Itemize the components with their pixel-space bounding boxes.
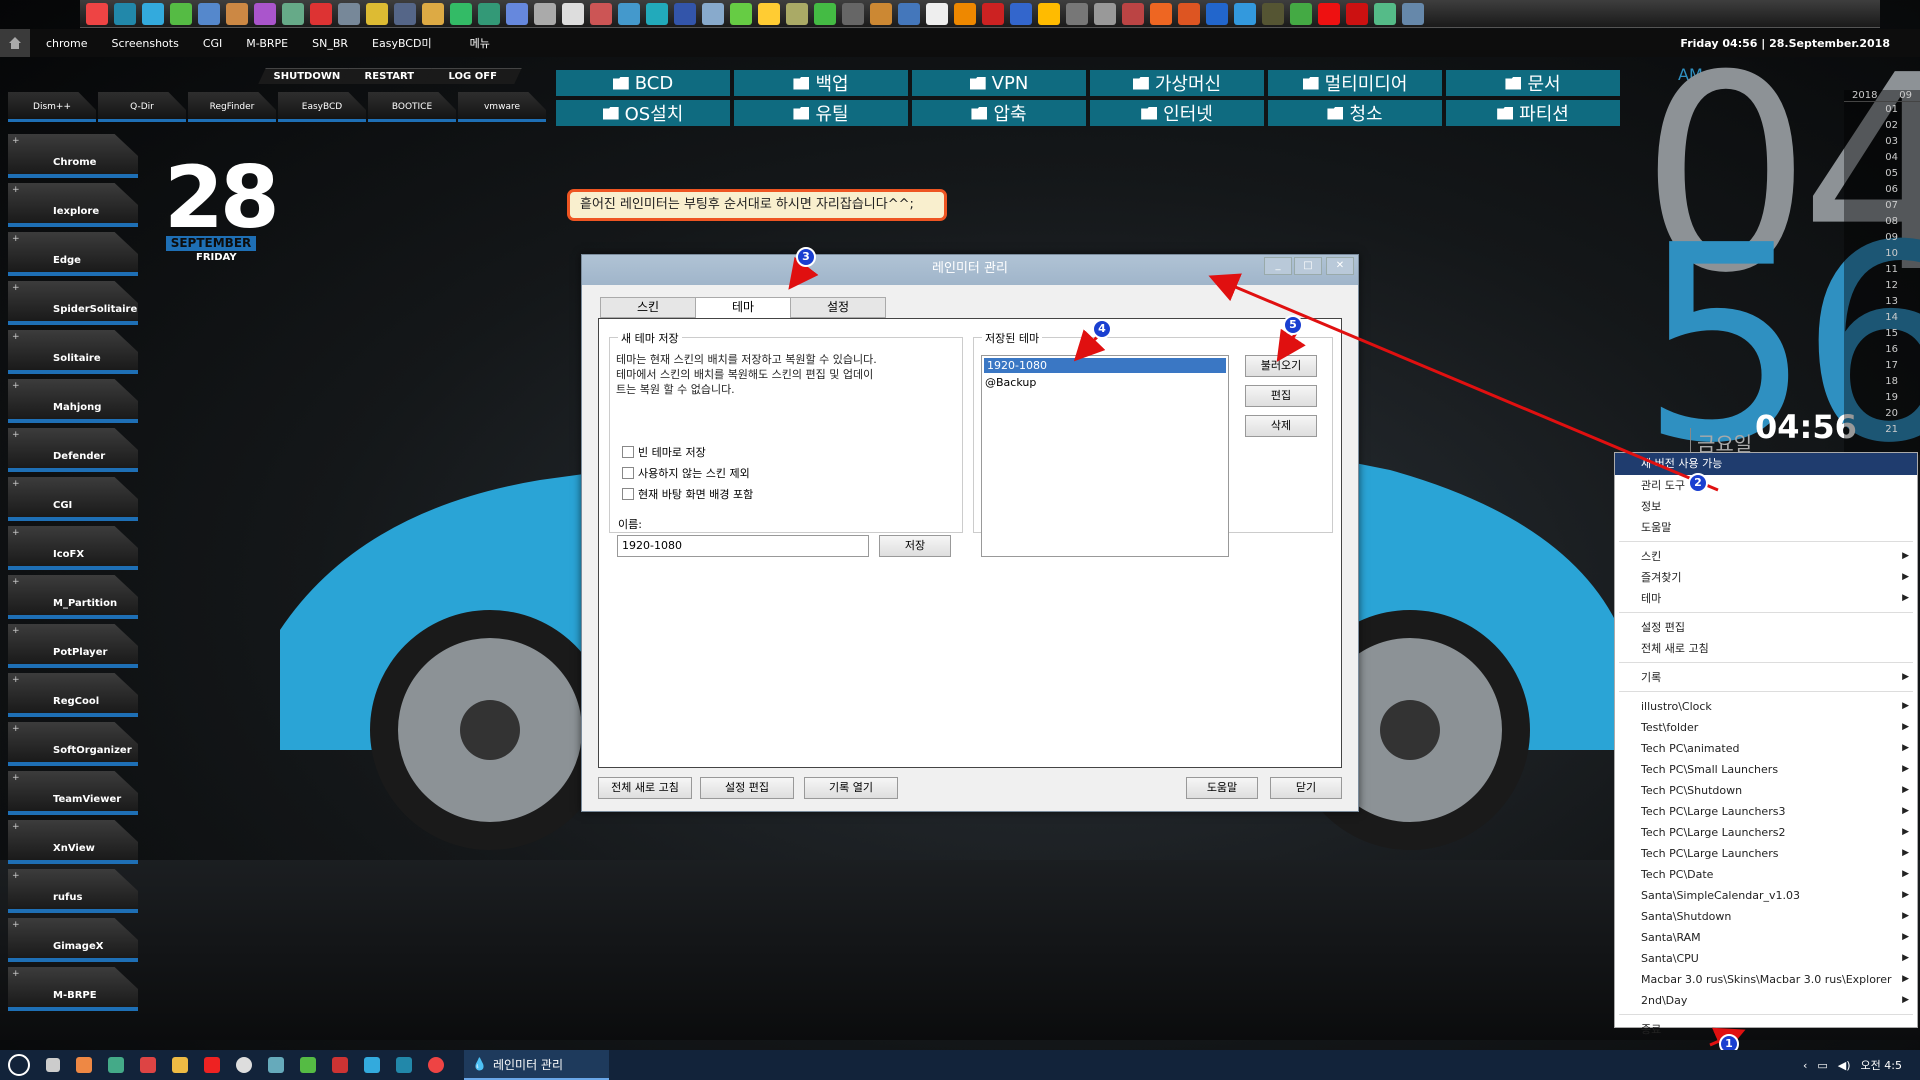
network-icon[interactable]: ▭: [1817, 1059, 1827, 1072]
chevron-left-icon[interactable]: ‹: [1803, 1059, 1807, 1072]
system-tray: ‹ ▭ ◀) 오전 4:5: [1803, 1050, 1920, 1080]
app-icon[interactable]: [204, 1057, 220, 1073]
annotation-badge: 5: [1283, 315, 1303, 335]
gear-icon[interactable]: [236, 1057, 252, 1073]
app-icon[interactable]: [332, 1057, 348, 1073]
annotation-badge: 4: [1092, 319, 1112, 339]
tray-clock[interactable]: 오전 4:5: [1861, 1057, 1902, 1073]
annotation-badge: 2: [1688, 473, 1708, 493]
rainmeter-icon: 💧: [472, 1057, 487, 1071]
clover-icon[interactable]: [300, 1057, 316, 1073]
app-icon[interactable]: [268, 1057, 284, 1073]
taskbar-active-label: 레인미터 관리: [492, 1057, 564, 1072]
task-view-icon[interactable]: [46, 1058, 60, 1072]
chrome-icon[interactable]: [428, 1057, 444, 1073]
app-icon[interactable]: [108, 1057, 124, 1073]
annotation-badge: 3: [796, 247, 816, 267]
annotation-arrows: [788, 256, 1776, 1080]
app-icon[interactable]: [172, 1057, 188, 1073]
volume-icon[interactable]: ◀): [1838, 1059, 1851, 1072]
taskbar-active-app[interactable]: 💧 레인미터 관리: [464, 1050, 609, 1080]
taskbar: 💧 레인미터 관리 ‹ ▭ ◀) 오전 4:5: [0, 1050, 1920, 1080]
ie-icon[interactable]: [396, 1057, 412, 1073]
edge-icon[interactable]: [364, 1057, 380, 1073]
start-icon[interactable]: [8, 1054, 30, 1076]
app-icon[interactable]: [140, 1057, 156, 1073]
app-icon[interactable]: [76, 1057, 92, 1073]
